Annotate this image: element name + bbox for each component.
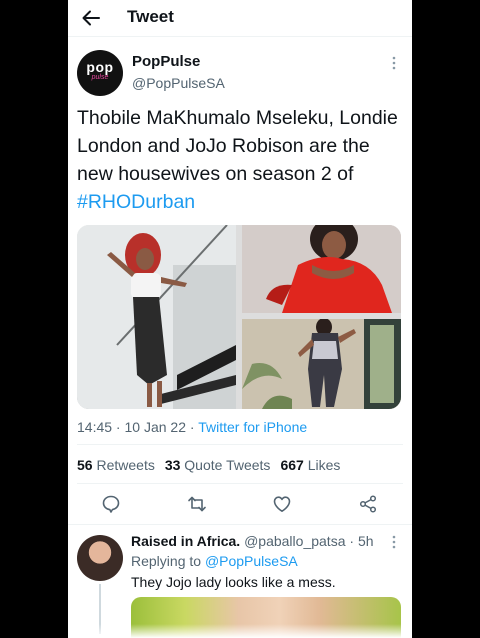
likes-stat[interactable]: 667 Likes <box>280 457 340 473</box>
reply-handle[interactable]: @paballo_patsa <box>244 533 345 549</box>
tweet-stats: 56 Retweets 33 Quote Tweets 667 Likes <box>77 457 350 473</box>
more-options-icon[interactable] <box>386 55 402 71</box>
tweet-date: 10 Jan 22 <box>124 419 187 435</box>
quotes-count: 33 <box>164 457 181 473</box>
retweet-icon[interactable] <box>187 494 207 514</box>
replying-to-user-link[interactable]: @PopPulseSA <box>205 553 298 569</box>
tweet-meta: 14:45 · 10 Jan 22 · Twitter for iPhone <box>77 419 307 435</box>
bottom-fade <box>68 624 412 638</box>
reply-avatar[interactable] <box>77 535 123 581</box>
divider <box>68 524 412 525</box>
author-display-name[interactable]: PopPulse <box>132 53 200 70</box>
like-icon[interactable] <box>272 494 292 514</box>
tweet-body: Thobile MaKhumalo Mseleku, Londie London… <box>77 107 398 185</box>
reply-time[interactable]: 5h <box>358 533 374 549</box>
replying-to-prefix: Replying to <box>131 553 205 569</box>
media-photo-2[interactable] <box>242 225 401 313</box>
likes-label: Likes <box>307 457 341 473</box>
tweet-text: Thobile MaKhumalo Mseleku, Londie London… <box>77 104 407 216</box>
author-handle[interactable]: @PopPulseSA <box>132 75 225 91</box>
media-photo-3[interactable] <box>242 319 401 409</box>
tweet-screen: Tweet pop pulse PopPulse @PopPulseSA Tho… <box>68 0 412 638</box>
quotes-label: Quote Tweets <box>184 457 271 473</box>
reply-icon[interactable] <box>101 494 121 514</box>
quotes-stat[interactable]: 33 Quote Tweets <box>165 457 271 473</box>
replying-to: Replying to @PopPulseSA <box>131 553 298 569</box>
media-photo-1[interactable] <box>77 225 236 409</box>
divider <box>77 444 403 445</box>
tweet-time: 14:45 <box>77 419 113 435</box>
reply-text: They Jojo lady looks like a mess. <box>131 574 336 590</box>
avatar-logo-text: pop <box>86 59 114 75</box>
author-avatar[interactable]: pop pulse <box>77 50 123 96</box>
reply-display-name[interactable]: Raised in Africa. <box>131 533 240 549</box>
retweets-stat[interactable]: 56 Retweets <box>77 457 155 473</box>
meta-separator: · <box>186 419 199 435</box>
divider <box>77 483 403 484</box>
top-bar: Tweet <box>68 0 412 37</box>
meta-separator: · <box>112 419 125 435</box>
retweets-count: 56 <box>77 457 93 473</box>
share-icon[interactable] <box>358 494 378 514</box>
reply-header: Raised in Africa. @paballo_patsa · 5h <box>131 533 374 549</box>
hashtag-link[interactable]: #RHODurban <box>77 191 195 213</box>
avatar-logo-subtext: pulse <box>91 74 109 81</box>
tweet-source-link[interactable]: Twitter for iPhone <box>198 419 307 435</box>
reply-more-options-icon[interactable] <box>386 534 402 550</box>
tweet-media-grid <box>77 225 401 409</box>
back-arrow-icon[interactable] <box>81 8 101 28</box>
page-title: Tweet <box>127 7 174 26</box>
retweets-label: Retweets <box>96 457 155 473</box>
likes-count: 667 <box>280 457 304 473</box>
reply-separator: · <box>345 533 358 549</box>
